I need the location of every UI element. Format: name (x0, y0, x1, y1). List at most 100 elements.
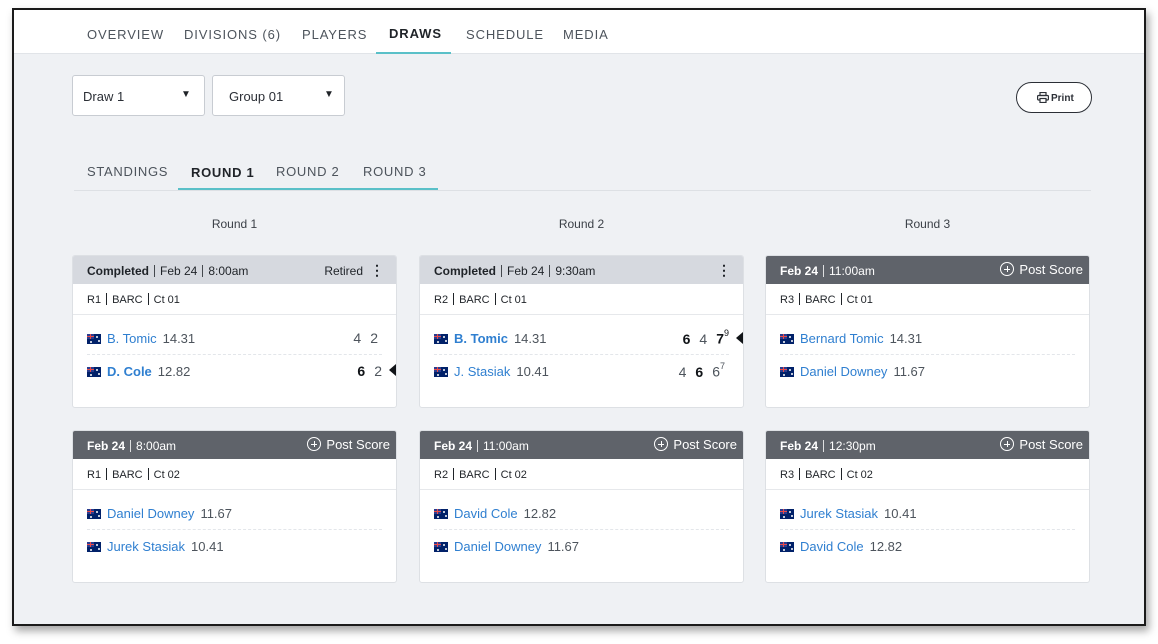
app-frame: OVERVIEW DIVISIONS (6) PLAYERS DRAWS SCH… (12, 8, 1146, 626)
set-score: 4 (353, 330, 362, 346)
tab-players[interactable]: PLAYERS (302, 27, 367, 42)
match-court: R3 BARC Ct 02 (780, 468, 873, 481)
player-name[interactable]: Daniel Downey (800, 364, 887, 379)
match-time: 12:30pm (829, 439, 876, 453)
player-row: D. Cole 12.82 (87, 364, 190, 379)
player-name[interactable]: Daniel Downey (454, 539, 541, 554)
tab-draws[interactable]: DRAWS (389, 26, 442, 41)
venue: BARC (112, 294, 143, 306)
player-name[interactable]: Jurek Stasiak (800, 506, 878, 521)
match-card: Feb 24 12:30pm Post Score R3 BARC Ct 02 Jur… (765, 430, 1090, 583)
player-row: Daniel Downey 11.67 (780, 364, 925, 379)
venue: BARC (459, 469, 490, 481)
match-status: Completed (434, 264, 497, 278)
tab-round-1[interactable]: ROUND 1 (191, 165, 254, 180)
court: Ct 01 (500, 294, 527, 306)
set-score: 4 (678, 363, 687, 380)
player-name[interactable]: Bernard Tomic (800, 331, 884, 346)
post-score-button[interactable]: Post Score (654, 437, 737, 452)
tab-divisions[interactable]: DIVISIONS (6) (184, 27, 281, 42)
australia-flag-icon (780, 334, 794, 344)
tab-overview[interactable]: OVERVIEW (87, 27, 164, 42)
group-select-value: Group 01 (229, 89, 284, 104)
set-score: 2 (374, 363, 382, 379)
australia-flag-icon (434, 334, 448, 344)
match-header: Feb 24 11:00am Post Score (420, 431, 743, 459)
set-score: 4 (699, 330, 708, 347)
print-label: Print (1051, 93, 1074, 104)
match-status: Completed (87, 264, 150, 278)
draw-select[interactable]: Draw 1 ▼ (72, 75, 205, 116)
player-name[interactable]: Jurek Stasiak (107, 539, 185, 554)
subtab-divider (74, 190, 1091, 191)
player-rating: 12.82 (869, 539, 903, 554)
match-datetime: Feb 24 12:30pm (780, 439, 876, 453)
player-name[interactable]: David Cole (800, 539, 864, 554)
round-code: R3 (780, 469, 795, 481)
set-score: 67 (712, 361, 725, 380)
tab-schedule[interactable]: SCHEDULE (466, 27, 544, 42)
plus-circle-icon (1000, 262, 1015, 276)
group-select[interactable]: Group 01 ▼ (212, 75, 345, 116)
match-datetime: Feb 24 8:00am (149, 264, 248, 278)
venue: BARC (805, 294, 836, 306)
player-name[interactable]: David Cole (454, 506, 518, 521)
tab-media[interactable]: MEDIA (563, 27, 609, 42)
post-score-label: Post Score (1019, 437, 1083, 452)
match-card: Feb 24 8:00am Post Score R1 BARC Ct 02 Dani… (72, 430, 397, 583)
match-card: Completed Feb 24 9:30am ⋮ R2 BARC Ct 01 B. … (419, 255, 744, 408)
draw-select-value: Draw 1 (83, 89, 125, 104)
match-date: Feb 24 (160, 264, 198, 278)
round-code: R2 (434, 294, 449, 306)
player-name[interactable]: B. Tomic (107, 331, 157, 346)
player-scores: 42 (344, 330, 378, 346)
match-header: Feb 24 12:30pm Post Score (766, 431, 1089, 459)
match-court: R1 BARC Ct 01 (87, 293, 180, 306)
tab-round-3[interactable]: ROUND 3 (363, 164, 426, 179)
court: Ct 01 (846, 294, 873, 306)
match-time: 11:00am (483, 439, 529, 453)
post-score-label: Post Score (326, 437, 390, 452)
player-name[interactable]: J. Stasiak (454, 364, 510, 379)
player-rating: 12.82 (523, 506, 557, 521)
plus-circle-icon (307, 437, 322, 451)
match-date: Feb 24 (780, 264, 819, 278)
round-code: R3 (780, 294, 795, 306)
match-court: R1 BARC Ct 02 (87, 468, 180, 481)
player-rating: 10.41 (516, 364, 549, 379)
match-header: Completed Feb 24 9:30am ⋮ (420, 256, 743, 284)
venue: BARC (459, 294, 490, 306)
player-name[interactable]: Daniel Downey (107, 506, 194, 521)
winner-indicator-icon (389, 364, 396, 376)
player-name[interactable]: D. Cole (107, 364, 152, 379)
match-date: Feb 24 (87, 439, 126, 453)
match-note: Retired (324, 264, 363, 278)
australia-flag-icon (780, 509, 794, 519)
print-button[interactable]: Print (1016, 82, 1092, 113)
match-datetime: Feb 24 8:00am (87, 439, 176, 453)
round-code: R1 (87, 294, 102, 306)
post-score-button[interactable]: Post Score (1000, 437, 1083, 452)
player-rating: 14.31 (889, 331, 923, 346)
australia-flag-icon (434, 367, 448, 377)
post-score-button[interactable]: Post Score (307, 437, 390, 452)
australia-flag-icon (780, 367, 794, 377)
plus-circle-icon (654, 437, 669, 451)
match-header: Feb 24 8:00am Post Score (73, 431, 396, 459)
round-code: R2 (434, 469, 449, 481)
plus-circle-icon (1000, 437, 1015, 451)
player-row: J. Stasiak 10.41 (434, 364, 549, 379)
post-score-button[interactable]: Post Score (1000, 262, 1083, 277)
venue: BARC (805, 469, 836, 481)
match-datetime: Feb 24 11:00am (434, 439, 529, 453)
round-1-title: Round 1 (211, 217, 258, 231)
match-court: R3 BARC Ct 01 (780, 293, 873, 306)
court: Ct 02 (153, 469, 180, 481)
player-name[interactable]: B. Tomic (454, 331, 508, 346)
tab-round-2[interactable]: ROUND 2 (276, 164, 339, 179)
more-options-icon[interactable]: ⋮ (717, 262, 731, 279)
player-row: B. Tomic 14.31 (434, 331, 546, 346)
more-options-icon[interactable]: ⋮ (370, 262, 384, 279)
tab-standings[interactable]: STANDINGS (87, 164, 168, 179)
player-row: B. Tomic 14.31 (87, 331, 195, 346)
